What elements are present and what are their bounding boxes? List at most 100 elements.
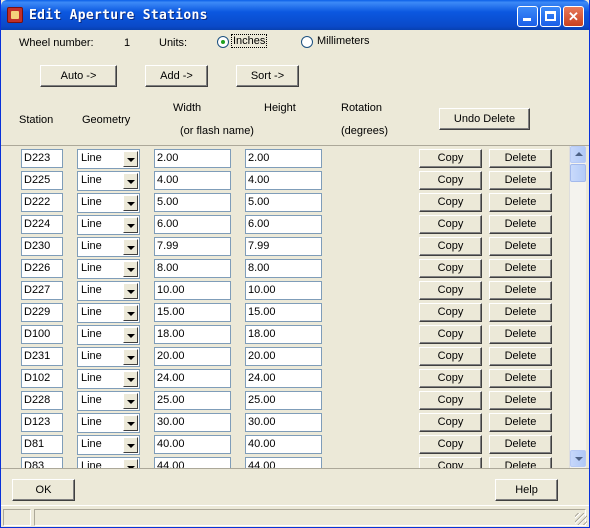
width-input[interactable]: 44.00 — [154, 457, 231, 468]
copy-button[interactable]: Copy — [419, 193, 482, 212]
minimize-button[interactable] — [517, 6, 538, 27]
auto-button[interactable]: Auto -> — [40, 65, 117, 87]
add-button[interactable]: Add -> — [145, 65, 208, 87]
height-input[interactable]: 10.00 — [245, 281, 322, 300]
delete-button[interactable]: Delete — [489, 281, 552, 300]
geometry-select[interactable]: Line — [77, 215, 140, 235]
copy-button[interactable]: Copy — [419, 369, 482, 388]
chevron-down-icon[interactable] — [123, 261, 138, 277]
scroll-thumb[interactable] — [570, 164, 586, 182]
station-input[interactable]: D230 — [21, 237, 63, 256]
height-input[interactable]: 24.00 — [245, 369, 322, 388]
geometry-select[interactable]: Line — [77, 259, 140, 279]
station-input[interactable]: D231 — [21, 347, 63, 366]
copy-button[interactable]: Copy — [419, 281, 482, 300]
delete-button[interactable]: Delete — [489, 457, 552, 468]
copy-button[interactable]: Copy — [419, 171, 482, 190]
geometry-select[interactable]: Line — [77, 149, 140, 169]
millimeters-radio[interactable] — [301, 36, 313, 48]
ok-button[interactable]: OK — [12, 479, 75, 501]
geometry-select[interactable]: Line — [77, 391, 140, 411]
width-input[interactable]: 5.00 — [154, 193, 231, 212]
width-input[interactable]: 7.99 — [154, 237, 231, 256]
chevron-down-icon[interactable] — [123, 217, 138, 233]
width-input[interactable]: 24.00 — [154, 369, 231, 388]
height-input[interactable]: 8.00 — [245, 259, 322, 278]
delete-button[interactable]: Delete — [489, 369, 552, 388]
chevron-down-icon[interactable] — [123, 415, 138, 431]
chevron-down-icon[interactable] — [123, 349, 138, 365]
station-input[interactable]: D225 — [21, 171, 63, 190]
delete-button[interactable]: Delete — [489, 259, 552, 278]
chevron-down-icon[interactable] — [123, 305, 138, 321]
copy-button[interactable]: Copy — [419, 149, 482, 168]
copy-button[interactable]: Copy — [419, 215, 482, 234]
copy-button[interactable]: Copy — [419, 325, 482, 344]
station-input[interactable]: D226 — [21, 259, 63, 278]
width-input[interactable]: 4.00 — [154, 171, 231, 190]
copy-button[interactable]: Copy — [419, 435, 482, 454]
geometry-select[interactable]: Line — [77, 413, 140, 433]
copy-button[interactable]: Copy — [419, 413, 482, 432]
height-input[interactable]: 18.00 — [245, 325, 322, 344]
sort-button[interactable]: Sort -> — [236, 65, 299, 87]
height-input[interactable]: 6.00 — [245, 215, 322, 234]
geometry-select[interactable]: Line — [77, 435, 140, 455]
geometry-select[interactable]: Line — [77, 237, 140, 257]
width-input[interactable]: 25.00 — [154, 391, 231, 410]
delete-button[interactable]: Delete — [489, 435, 552, 454]
inches-radio[interactable] — [217, 36, 229, 48]
copy-button[interactable]: Copy — [419, 259, 482, 278]
delete-button[interactable]: Delete — [489, 193, 552, 212]
geometry-select[interactable]: Line — [77, 281, 140, 301]
scroll-up-button[interactable] — [570, 146, 586, 163]
width-input[interactable]: 30.00 — [154, 413, 231, 432]
title-bar[interactable]: Edit Aperture Stations ✕ — [1, 0, 589, 30]
delete-button[interactable]: Delete — [489, 215, 552, 234]
chevron-down-icon[interactable] — [123, 327, 138, 343]
width-input[interactable]: 2.00 — [154, 149, 231, 168]
chevron-down-icon[interactable] — [123, 173, 138, 189]
geometry-select[interactable]: Line — [77, 325, 140, 345]
resize-grip-icon[interactable] — [575, 513, 587, 525]
width-input[interactable]: 20.00 — [154, 347, 231, 366]
height-input[interactable]: 15.00 — [245, 303, 322, 322]
chevron-down-icon[interactable] — [123, 371, 138, 387]
width-input[interactable]: 6.00 — [154, 215, 231, 234]
delete-button[interactable]: Delete — [489, 149, 552, 168]
chevron-down-icon[interactable] — [123, 151, 138, 167]
station-input[interactable]: D224 — [21, 215, 63, 234]
copy-button[interactable]: Copy — [419, 237, 482, 256]
height-input[interactable]: 20.00 — [245, 347, 322, 366]
copy-button[interactable]: Copy — [419, 347, 482, 366]
width-input[interactable]: 40.00 — [154, 435, 231, 454]
width-input[interactable]: 15.00 — [154, 303, 231, 322]
chevron-down-icon[interactable] — [123, 393, 138, 409]
copy-button[interactable]: Copy — [419, 391, 482, 410]
chevron-down-icon[interactable] — [123, 459, 138, 468]
geometry-select[interactable]: Line — [77, 347, 140, 367]
geometry-select[interactable]: Line — [77, 303, 140, 323]
delete-button[interactable]: Delete — [489, 347, 552, 366]
height-input[interactable]: 25.00 — [245, 391, 322, 410]
undo-delete-button[interactable]: Undo Delete — [439, 108, 530, 130]
scroll-down-button[interactable] — [570, 450, 586, 467]
aperture-station-list[interactable]: D223 Line 2.00 2.00 Copy Delete D225 Lin… — [1, 146, 569, 468]
maximize-button[interactable] — [540, 6, 561, 27]
inches-radio-label[interactable]: Inches — [230, 34, 268, 48]
station-input[interactable]: D123 — [21, 413, 63, 432]
delete-button[interactable]: Delete — [489, 303, 552, 322]
copy-button[interactable]: Copy — [419, 303, 482, 322]
height-input[interactable]: 30.00 — [245, 413, 322, 432]
height-input[interactable]: 5.00 — [245, 193, 322, 212]
chevron-down-icon[interactable] — [123, 239, 138, 255]
width-input[interactable]: 18.00 — [154, 325, 231, 344]
millimeters-radio-label[interactable]: Millimeters — [317, 35, 370, 47]
geometry-select[interactable]: Line — [77, 171, 140, 191]
help-button[interactable]: Help — [495, 479, 558, 501]
chevron-down-icon[interactable] — [123, 283, 138, 299]
vertical-scrollbar[interactable] — [569, 146, 586, 468]
station-input[interactable]: D100 — [21, 325, 63, 344]
geometry-select[interactable]: Line — [77, 369, 140, 389]
height-input[interactable]: 2.00 — [245, 149, 322, 168]
